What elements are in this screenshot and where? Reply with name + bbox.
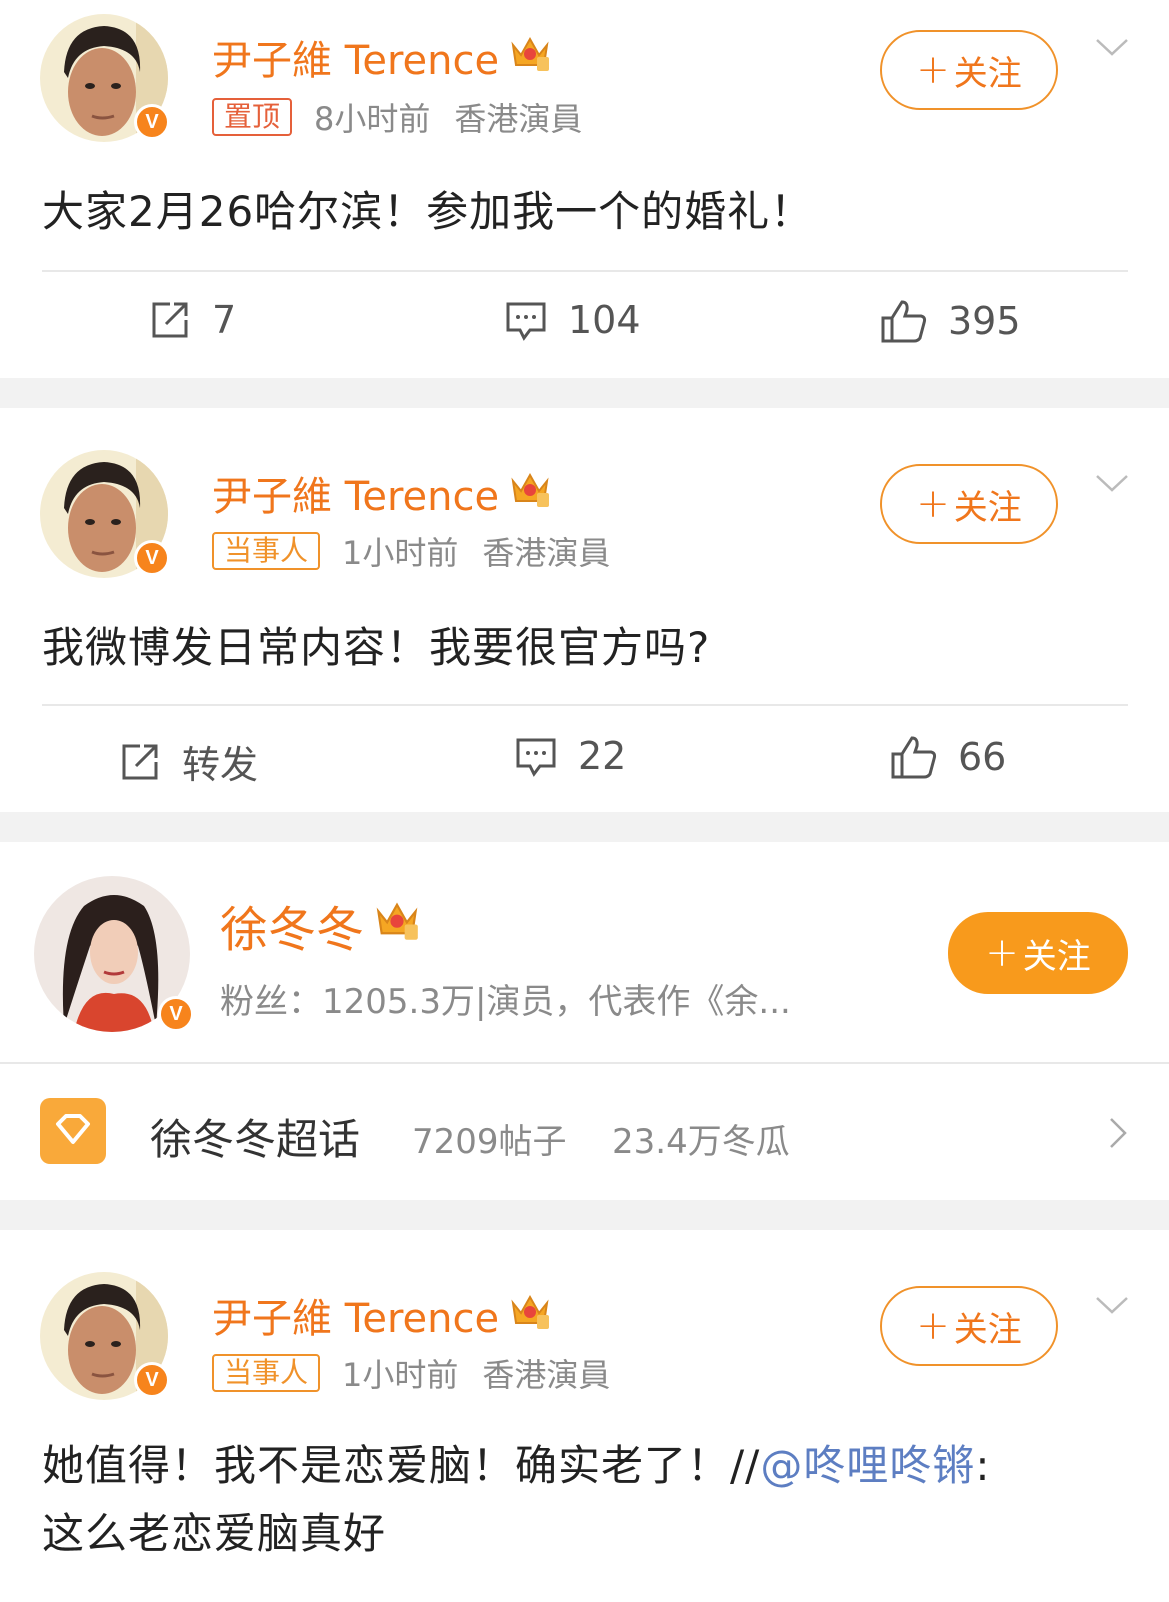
party-tag: 当事人 <box>212 1354 321 1392</box>
profile-avatar[interactable]: V <box>34 876 194 1032</box>
follow-button[interactable]: + 关注 <box>880 464 1058 544</box>
post-source: 香港演員 <box>482 1356 611 1394</box>
author-name[interactable]: 尹子維 Terence <box>212 1286 551 1344</box>
author-avatar[interactable]: V <box>40 14 170 142</box>
divider <box>42 704 1128 706</box>
comment-button[interactable]: 22 <box>514 734 626 778</box>
post-meta: 当事人 1小时前 香港演員 <box>212 1350 610 1396</box>
pinned-tag: 置顶 <box>212 98 293 136</box>
comment-button[interactable]: 104 <box>504 298 641 342</box>
profile-info: 粉丝：1205.3万|演员，代表作《余... <box>220 982 791 1022</box>
crown-badge-icon <box>509 31 551 83</box>
post-meta: 当事人 1小时前 香港演員 <box>212 528 610 574</box>
post-time: 1小时前 <box>342 534 459 572</box>
post-card-2: V 尹子維 Terence 当事人 1小时前 香港演員 + 关注 我微博发日常内容… <box>0 408 1169 812</box>
post-card-1: V 尹子維 Terence 置顶 8小时前 香港演員 + 关注 大家2月26哈尔滨… <box>0 0 1169 378</box>
post-text-prefix: 她值得！我不是恋爱脑！确实老了！// <box>42 1441 761 1490</box>
like-button[interactable]: 395 <box>880 298 1021 344</box>
author-name[interactable]: 尹子維 Terence <box>212 464 551 522</box>
chevron-right-icon <box>1110 1118 1127 1148</box>
post-time: 8小时前 <box>314 100 431 138</box>
post-card-3: V 尹子維 Terence 当事人 1小时前 香港演員 + 关注 她值得！我不是恋… <box>0 1230 1169 1602</box>
plus-icon: + <box>916 47 950 93</box>
chevron-down-icon[interactable] <box>1095 30 1129 64</box>
post-text-suffix: : <box>975 1441 991 1490</box>
profile-card: V 徐冬冬 粉丝：1205.3万|演员，代表作《余... + 关注 徐冬冬超话 7… <box>0 842 1169 1200</box>
comment-icon <box>506 302 546 341</box>
post-time: 1小时前 <box>342 1356 459 1394</box>
verified-v-icon: V <box>134 1362 170 1398</box>
post-text: 我微博发日常内容！我要很官方吗? <box>42 623 711 672</box>
supertopic-row[interactable]: 徐冬冬超话 7209帖子 23.4万冬瓜 <box>0 1064 1169 1200</box>
supertopic-diamond-icon <box>40 1098 106 1164</box>
repost-icon <box>152 302 188 338</box>
follow-button-filled[interactable]: + 关注 <box>948 912 1128 994</box>
author-avatar[interactable]: V <box>40 1272 170 1400</box>
chevron-down-icon[interactable] <box>1095 466 1129 500</box>
follow-button[interactable]: + 关注 <box>880 1286 1058 1366</box>
post-source: 香港演員 <box>454 100 583 138</box>
divider <box>42 270 1128 272</box>
comment-icon <box>516 738 556 777</box>
plus-icon: + <box>916 1303 950 1349</box>
author-avatar[interactable]: V <box>40 450 170 578</box>
mention-link[interactable]: @咚哩咚锵 <box>760 1441 975 1490</box>
crown-badge-icon <box>374 896 420 954</box>
supertopic-name: 徐冬冬超话 <box>150 1115 361 1164</box>
author-name[interactable]: 尹子維 Terence <box>212 28 551 86</box>
chevron-down-icon[interactable] <box>1095 1288 1129 1322</box>
crown-badge-icon <box>509 1289 551 1341</box>
repost-icon <box>122 744 158 779</box>
verified-v-icon: V <box>134 104 170 140</box>
verified-v-icon: V <box>134 540 170 576</box>
plus-icon: + <box>916 481 950 527</box>
like-button[interactable]: 66 <box>890 734 1006 780</box>
post-source: 香港演員 <box>482 534 611 572</box>
crown-badge-icon <box>509 467 551 519</box>
thumbs-up-icon <box>881 300 927 343</box>
repost-button[interactable]: 转发 <box>118 734 258 789</box>
supertopic-fans: 23.4万冬瓜 <box>612 1122 790 1162</box>
post-text-line-2: 这么老恋爱脑真好 <box>42 1509 387 1558</box>
post-meta: 置顶 8小时前 香港演員 <box>212 94 582 140</box>
repost-button[interactable]: 7 <box>148 298 236 342</box>
party-tag: 当事人 <box>212 532 321 570</box>
profile-name[interactable]: 徐冬冬 <box>220 890 420 960</box>
post-text-line-1: 她值得！我不是恋爱脑！确实老了！//@咚哩咚锵: <box>42 1432 990 1493</box>
thumbs-up-icon <box>891 736 937 779</box>
follow-button[interactable]: + 关注 <box>880 30 1058 110</box>
post-text: 大家2月26哈尔滨！参加我一个的婚礼！ <box>42 187 814 236</box>
verified-v-icon: V <box>158 996 194 1032</box>
plus-icon: + <box>985 930 1019 976</box>
supertopic-posts: 7209帖子 <box>412 1122 567 1162</box>
